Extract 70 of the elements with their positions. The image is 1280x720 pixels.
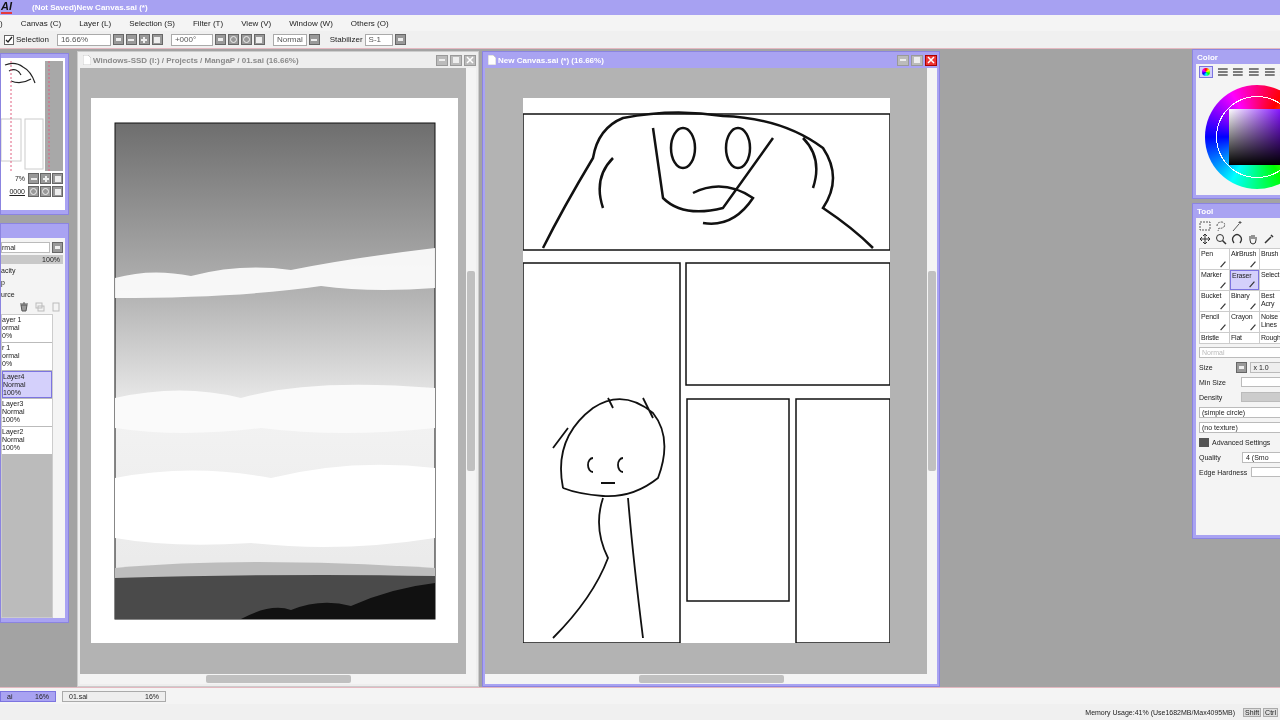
pencil-icon	[1219, 281, 1227, 289]
reset-zoom-button[interactable]	[151, 34, 163, 45]
collapse-toggle[interactable]	[1199, 437, 1209, 447]
min-size-slider[interactable]	[1240, 377, 1280, 387]
menu-item[interactable]: Layer (L)	[70, 18, 121, 28]
panel-title: Color	[1197, 53, 1218, 62]
zoom-in-button[interactable]	[138, 34, 150, 45]
move-icon[interactable]	[1199, 233, 1211, 245]
pencil-icon	[1219, 302, 1227, 310]
stabilizer-label: Stabilizer	[329, 35, 363, 44]
edge-hardness-slider[interactable]	[1251, 467, 1280, 477]
document-icon	[488, 55, 496, 65]
panel-title: Tool	[1197, 207, 1214, 216]
flip-button[interactable]	[308, 34, 320, 45]
selection-checkbox[interactable]: Selection	[4, 34, 49, 45]
density-slider[interactable]	[1240, 392, 1280, 402]
size-multiplier-button[interactable]	[1235, 361, 1247, 373]
pencil-icon	[1248, 280, 1256, 288]
reset-rotation-button[interactable]	[52, 186, 63, 197]
zoom-out-button[interactable]	[28, 173, 39, 184]
zoom-field[interactable]: 16.66%	[56, 33, 111, 46]
blend-mode-field[interactable]: Normal	[272, 33, 307, 46]
hand-icon[interactable]	[1247, 233, 1259, 245]
canvas-window-title: New Canvas.sai (*) (16.66%)	[498, 55, 605, 65]
zoom-out-button[interactable]	[125, 34, 137, 45]
angle-field[interactable]: +000°	[170, 33, 213, 46]
vertical-scrollbar[interactable]	[927, 68, 937, 674]
pencil-icon	[1219, 260, 1227, 268]
canvas-window-title: Windows-SSD (I:) / Projects / MangaP / 01.sai (16.66%)	[93, 55, 300, 65]
checkmark-icon	[5, 35, 13, 44]
pencil-icon	[1249, 260, 1257, 268]
zoom-in-button[interactable]	[40, 173, 51, 184]
menu-item[interactable]: Filter (T)	[183, 18, 233, 28]
stabilizer-field[interactable]: S-1	[364, 33, 393, 46]
pencil-icon	[1249, 302, 1257, 310]
menu-item[interactable]: )	[0, 18, 12, 28]
slider-tab-icon[interactable]	[1232, 67, 1244, 77]
dropdown-button[interactable]	[112, 34, 124, 45]
slider-tab-icon[interactable]	[1263, 67, 1276, 77]
magic-wand-icon[interactable]	[1231, 220, 1243, 232]
rotate-icon[interactable]	[1231, 233, 1243, 245]
rotate-right-button[interactable]	[40, 186, 51, 197]
rotate-left-button[interactable]	[227, 34, 239, 45]
menu-item[interactable]: Canvas (C)	[11, 18, 71, 28]
rotate-left-button[interactable]	[28, 186, 39, 197]
dropdown-button[interactable]	[52, 242, 63, 253]
window-title: (Not Saved)New Canvas.sai (*)	[32, 3, 148, 12]
vertical-scrollbar[interactable]	[466, 68, 476, 674]
slider-tab-icon[interactable]	[1248, 67, 1260, 77]
horizontal-scrollbar[interactable]	[80, 674, 476, 684]
eyedropper-icon[interactable]	[1263, 233, 1275, 245]
dropdown-button[interactable]	[214, 34, 226, 45]
slider-tab-icon[interactable]	[1216, 67, 1229, 77]
trash-icon[interactable]	[19, 302, 29, 312]
color-wheel[interactable]	[1205, 85, 1280, 189]
zoom-icon[interactable]	[1215, 233, 1227, 245]
menu-item[interactable]: Selection (S)	[120, 18, 184, 28]
menu-item[interactable]: Window (W)	[280, 18, 342, 28]
dropdown-button[interactable]	[394, 34, 406, 45]
pencil-icon	[1249, 323, 1257, 331]
menu-item[interactable]: View (V)	[232, 18, 281, 28]
document-icon	[83, 55, 91, 65]
menu-item[interactable]: Others (O)	[341, 18, 398, 28]
rotate-right-button[interactable]	[240, 34, 252, 45]
horizontal-scrollbar[interactable]	[485, 674, 937, 684]
close-button[interactable]	[925, 54, 937, 66]
color-wheel-tab[interactable]	[1199, 66, 1213, 78]
pencil-icon	[1219, 323, 1227, 331]
reset-rotation-button[interactable]	[253, 34, 265, 45]
reset-zoom-button[interactable]	[52, 173, 63, 184]
